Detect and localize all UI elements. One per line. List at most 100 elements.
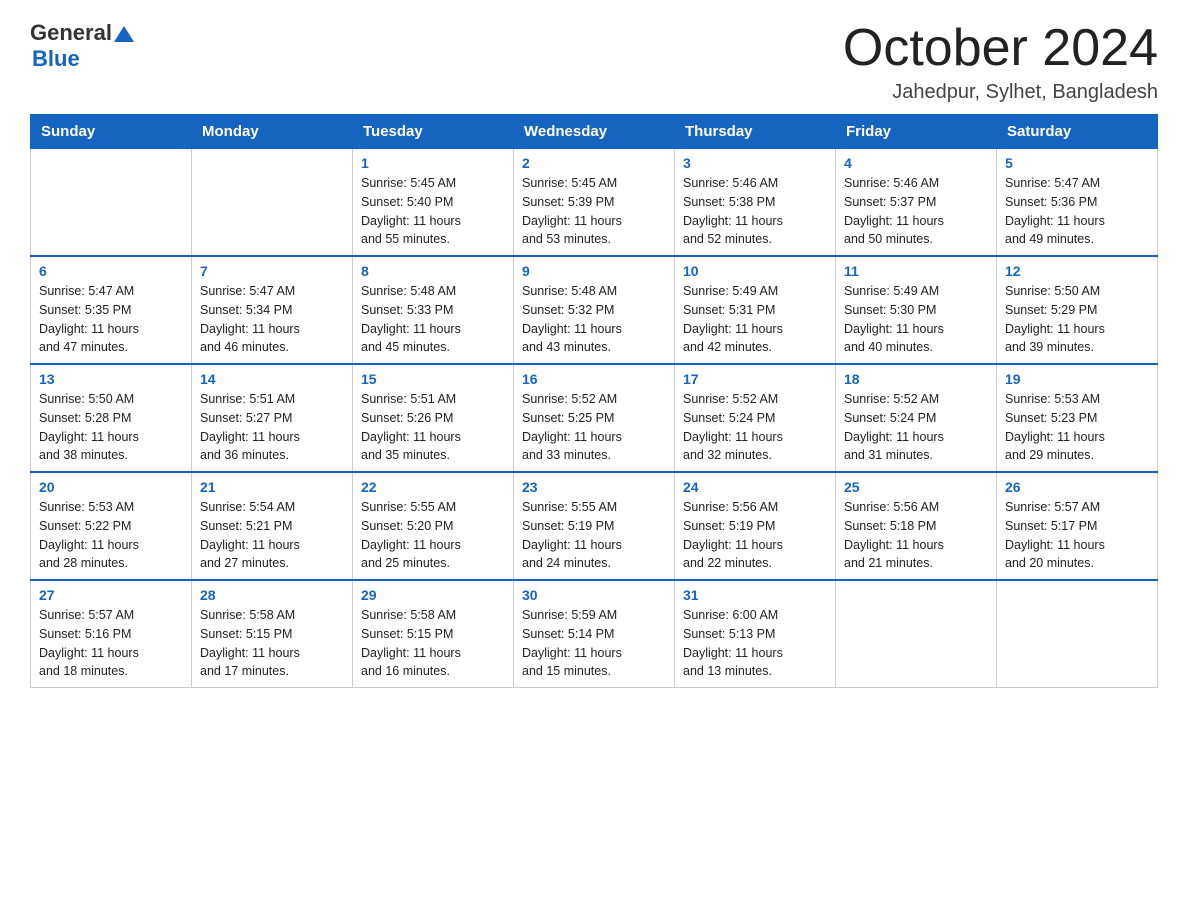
day-number: 3 bbox=[683, 155, 827, 171]
day-info: Sunrise: 5:56 AM Sunset: 5:19 PM Dayligh… bbox=[683, 498, 827, 573]
day-number: 15 bbox=[361, 371, 505, 387]
calendar-cell: 5 Sunrise: 5:47 AM Sunset: 5:36 PM Daylig… bbox=[997, 149, 1158, 257]
day-number: 24 bbox=[683, 479, 827, 495]
logo: General Blue bbox=[30, 20, 135, 72]
logo-triangle-icon bbox=[113, 23, 135, 45]
calendar-cell: 4Sunrise: 5:46 AM Sunset: 5:37 PM Daylig… bbox=[836, 149, 997, 257]
day-number: 21 bbox=[200, 479, 344, 495]
day-info: Sunrise: 5:49 AM Sunset: 5:31 PM Dayligh… bbox=[683, 282, 827, 357]
logo-blue-text: Blue bbox=[32, 46, 80, 72]
calendar-header-wednesday: Wednesday bbox=[514, 115, 675, 149]
calendar-week-row: 20 Sunrise: 5:53 AM Sunset: 5:22 PM Dayli… bbox=[31, 472, 1158, 580]
day-info: Sunrise: 5:46 AM Sunset: 5:38 PM Dayligh… bbox=[683, 174, 827, 249]
page-header: General Blue October 2024 Jahedpur, Sylh… bbox=[30, 20, 1158, 104]
day-number: 13 bbox=[39, 371, 183, 387]
calendar-cell bbox=[31, 149, 192, 257]
day-info: Sunrise: 5:48 AM Sunset: 5:33 PM Dayligh… bbox=[361, 282, 505, 357]
logo-general-text: General bbox=[30, 20, 112, 46]
calendar-cell: 10 Sunrise: 5:49 AM Sunset: 5:31 PM Dayli… bbox=[675, 256, 836, 364]
calendar-week-row: 13 Sunrise: 5:50 AM Sunset: 5:28 PM Dayli… bbox=[31, 364, 1158, 472]
day-number: 6 bbox=[39, 263, 183, 279]
day-number: 29 bbox=[361, 587, 505, 603]
day-info: Sunrise: 5:50 AM Sunset: 5:29 PM Dayligh… bbox=[1005, 282, 1149, 357]
calendar-cell: 9 Sunrise: 5:48 AM Sunset: 5:32 PM Daylig… bbox=[514, 256, 675, 364]
day-number: 26 bbox=[1005, 479, 1149, 495]
day-info: Sunrise: 5:55 AM Sunset: 5:20 PM Dayligh… bbox=[361, 498, 505, 573]
calendar-cell: 24 Sunrise: 5:56 AM Sunset: 5:19 PM Dayli… bbox=[675, 472, 836, 580]
day-info: Sunrise: 5:53 AM Sunset: 5:22 PM Dayligh… bbox=[39, 498, 183, 573]
day-number: 5 bbox=[1005, 155, 1149, 171]
calendar-cell: 17Sunrise: 5:52 AM Sunset: 5:24 PM Dayli… bbox=[675, 364, 836, 472]
calendar-header-thursday: Thursday bbox=[675, 115, 836, 149]
day-number: 8 bbox=[361, 263, 505, 279]
calendar-cell: 25Sunrise: 5:56 AM Sunset: 5:18 PM Dayli… bbox=[836, 472, 997, 580]
calendar-cell bbox=[192, 149, 353, 257]
calendar-week-row: 1Sunrise: 5:45 AM Sunset: 5:40 PM Daylig… bbox=[31, 149, 1158, 257]
day-info: Sunrise: 5:47 AM Sunset: 5:36 PM Dayligh… bbox=[1005, 174, 1149, 249]
calendar-cell: 3 Sunrise: 5:46 AM Sunset: 5:38 PM Daylig… bbox=[675, 149, 836, 257]
title-area: October 2024 Jahedpur, Sylhet, Banglades… bbox=[843, 20, 1158, 104]
calendar-table: SundayMondayTuesdayWednesdayThursdayFrid… bbox=[30, 114, 1158, 688]
day-info: Sunrise: 5:57 AM Sunset: 5:16 PM Dayligh… bbox=[39, 606, 183, 681]
day-number: 16 bbox=[522, 371, 666, 387]
calendar-cell: 14Sunrise: 5:51 AM Sunset: 5:27 PM Dayli… bbox=[192, 364, 353, 472]
day-info: Sunrise: 5:51 AM Sunset: 5:26 PM Dayligh… bbox=[361, 390, 505, 465]
day-info: Sunrise: 5:58 AM Sunset: 5:15 PM Dayligh… bbox=[200, 606, 344, 681]
calendar-cell: 8 Sunrise: 5:48 AM Sunset: 5:33 PM Daylig… bbox=[353, 256, 514, 364]
day-number: 23 bbox=[522, 479, 666, 495]
calendar-header-monday: Monday bbox=[192, 115, 353, 149]
day-info: Sunrise: 5:54 AM Sunset: 5:21 PM Dayligh… bbox=[200, 498, 344, 573]
day-info: Sunrise: 5:49 AM Sunset: 5:30 PM Dayligh… bbox=[844, 282, 988, 357]
calendar-cell: 16Sunrise: 5:52 AM Sunset: 5:25 PM Dayli… bbox=[514, 364, 675, 472]
location-title: Jahedpur, Sylhet, Bangladesh bbox=[843, 81, 1158, 104]
day-number: 17 bbox=[683, 371, 827, 387]
day-number: 28 bbox=[200, 587, 344, 603]
calendar-cell: 11Sunrise: 5:49 AM Sunset: 5:30 PM Dayli… bbox=[836, 256, 997, 364]
day-info: Sunrise: 5:55 AM Sunset: 5:19 PM Dayligh… bbox=[522, 498, 666, 573]
day-number: 18 bbox=[844, 371, 988, 387]
day-number: 7 bbox=[200, 263, 344, 279]
calendar-header-tuesday: Tuesday bbox=[353, 115, 514, 149]
calendar-week-row: 27 Sunrise: 5:57 AM Sunset: 5:16 PM Dayli… bbox=[31, 580, 1158, 688]
day-info: Sunrise: 5:47 AM Sunset: 5:34 PM Dayligh… bbox=[200, 282, 344, 357]
day-info: Sunrise: 6:00 AM Sunset: 5:13 PM Dayligh… bbox=[683, 606, 827, 681]
calendar-cell: 19 Sunrise: 5:53 AM Sunset: 5:23 PM Dayli… bbox=[997, 364, 1158, 472]
day-info: Sunrise: 5:53 AM Sunset: 5:23 PM Dayligh… bbox=[1005, 390, 1149, 465]
day-info: Sunrise: 5:48 AM Sunset: 5:32 PM Dayligh… bbox=[522, 282, 666, 357]
day-info: Sunrise: 5:50 AM Sunset: 5:28 PM Dayligh… bbox=[39, 390, 183, 465]
day-number: 22 bbox=[361, 479, 505, 495]
day-number: 31 bbox=[683, 587, 827, 603]
calendar-cell: 13 Sunrise: 5:50 AM Sunset: 5:28 PM Dayli… bbox=[31, 364, 192, 472]
day-number: 12 bbox=[1005, 263, 1149, 279]
day-number: 9 bbox=[522, 263, 666, 279]
day-number: 30 bbox=[522, 587, 666, 603]
calendar-cell: 30Sunrise: 5:59 AM Sunset: 5:14 PM Dayli… bbox=[514, 580, 675, 688]
calendar-cell: 20 Sunrise: 5:53 AM Sunset: 5:22 PM Dayli… bbox=[31, 472, 192, 580]
day-info: Sunrise: 5:45 AM Sunset: 5:40 PM Dayligh… bbox=[361, 174, 505, 249]
calendar-cell: 29 Sunrise: 5:58 AM Sunset: 5:15 PM Dayli… bbox=[353, 580, 514, 688]
calendar-cell: 28 Sunrise: 5:58 AM Sunset: 5:15 PM Dayli… bbox=[192, 580, 353, 688]
day-number: 2 bbox=[522, 155, 666, 171]
day-info: Sunrise: 5:47 AM Sunset: 5:35 PM Dayligh… bbox=[39, 282, 183, 357]
day-number: 19 bbox=[1005, 371, 1149, 387]
calendar-header-saturday: Saturday bbox=[997, 115, 1158, 149]
day-number: 27 bbox=[39, 587, 183, 603]
day-info: Sunrise: 5:58 AM Sunset: 5:15 PM Dayligh… bbox=[361, 606, 505, 681]
calendar-cell: 22 Sunrise: 5:55 AM Sunset: 5:20 PM Dayli… bbox=[353, 472, 514, 580]
calendar-cell: 26Sunrise: 5:57 AM Sunset: 5:17 PM Dayli… bbox=[997, 472, 1158, 580]
day-number: 25 bbox=[844, 479, 988, 495]
calendar-cell: 1Sunrise: 5:45 AM Sunset: 5:40 PM Daylig… bbox=[353, 149, 514, 257]
calendar-cell: 15 Sunrise: 5:51 AM Sunset: 5:26 PM Dayli… bbox=[353, 364, 514, 472]
day-number: 20 bbox=[39, 479, 183, 495]
calendar-header-row: SundayMondayTuesdayWednesdayThursdayFrid… bbox=[31, 115, 1158, 149]
calendar-cell: 7 Sunrise: 5:47 AM Sunset: 5:34 PM Daylig… bbox=[192, 256, 353, 364]
day-info: Sunrise: 5:45 AM Sunset: 5:39 PM Dayligh… bbox=[522, 174, 666, 249]
day-number: 10 bbox=[683, 263, 827, 279]
calendar-cell: 12 Sunrise: 5:50 AM Sunset: 5:29 PM Dayli… bbox=[997, 256, 1158, 364]
day-number: 4 bbox=[844, 155, 988, 171]
calendar-cell: 21 Sunrise: 5:54 AM Sunset: 5:21 PM Dayli… bbox=[192, 472, 353, 580]
day-number: 14 bbox=[200, 371, 344, 387]
day-info: Sunrise: 5:52 AM Sunset: 5:24 PM Dayligh… bbox=[844, 390, 988, 465]
calendar-cell: 27 Sunrise: 5:57 AM Sunset: 5:16 PM Dayli… bbox=[31, 580, 192, 688]
month-title: October 2024 bbox=[843, 20, 1158, 77]
